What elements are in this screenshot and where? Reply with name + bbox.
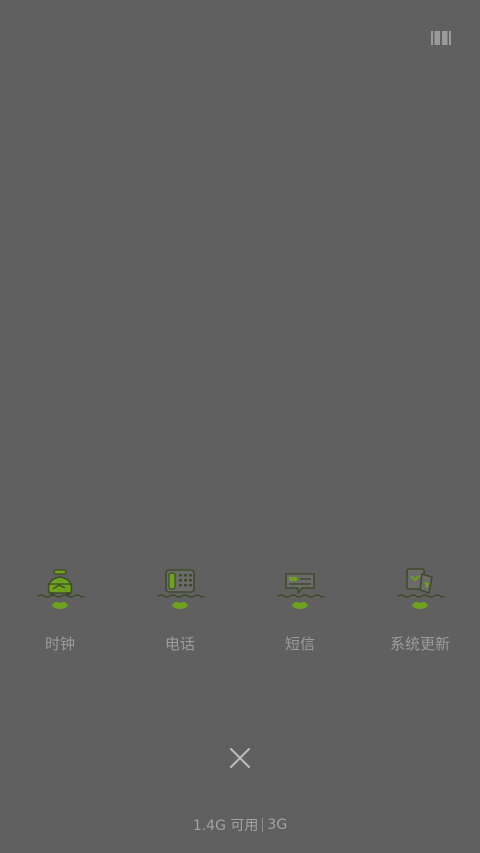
layout-toggle-button[interactable] (426, 26, 456, 50)
shortcut-messages[interactable]: 短信 (240, 562, 360, 662)
alarm-clock-icon (37, 569, 85, 609)
recent-apps-screen: 时钟 电话 短信 系统更新 1.4G 可用 3G (0, 0, 480, 853)
system-update-icon (397, 568, 445, 609)
phone-icon (157, 569, 205, 609)
shortcut-label: 电话 (164, 635, 195, 653)
shortcut-row: 时钟 电话 短信 系统更新 (0, 562, 480, 662)
layout-toggle-icon (431, 31, 451, 45)
shortcut-label: 时钟 (44, 635, 75, 653)
shortcut-label: 短信 (284, 635, 315, 653)
memory-status: 1.4G 可用 3G (0, 815, 480, 835)
close-button[interactable] (224, 742, 256, 774)
memory-divider (262, 818, 264, 832)
memory-available: 1.4G 可用 (192, 818, 259, 834)
network-type: 3G (267, 817, 288, 833)
close-icon (230, 748, 250, 768)
message-icon (277, 573, 325, 609)
shortcut-system-update[interactable]: 系统更新 (360, 562, 480, 662)
shortcut-clock[interactable]: 时钟 (0, 562, 120, 662)
shortcut-label: 系统更新 (389, 635, 450, 653)
shortcut-phone[interactable]: 电话 (120, 562, 240, 662)
